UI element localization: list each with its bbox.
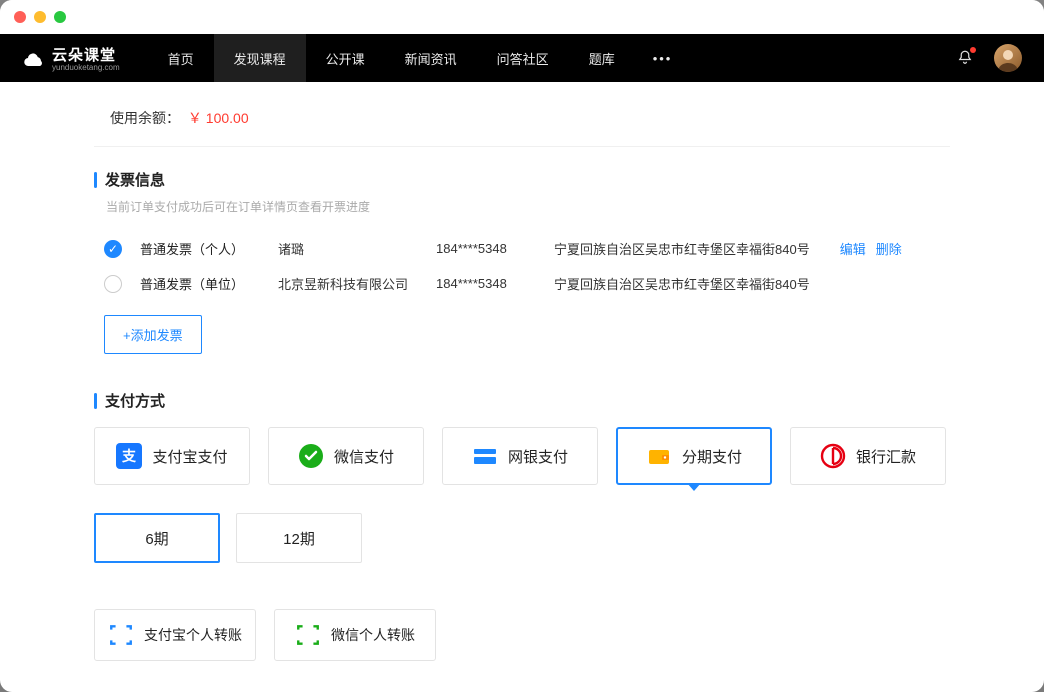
wechat-icon xyxy=(298,443,324,469)
installment-periods: 6期 12期 xyxy=(94,513,950,563)
invoice-phone: 184****5348 xyxy=(436,276,536,291)
nav-item-public[interactable]: 公开课 xyxy=(306,34,385,82)
cloud-icon xyxy=(22,46,46,70)
radio-checked-icon[interactable] xyxy=(104,240,122,258)
notification-dot-icon xyxy=(970,47,976,53)
bell-icon[interactable] xyxy=(956,49,974,67)
invoice-type: 普通发票（个人） xyxy=(140,239,260,258)
pay-bank[interactable]: 银行汇款 xyxy=(790,427,946,485)
payment-methods: 支 支付宝支付 微信支付 网银支付 xyxy=(94,427,950,485)
nav-more-icon[interactable]: ••• xyxy=(635,34,691,82)
page-body: 使用余额： ￥ 100.00 发票信息 当前订单支付成功后可在订单详情页查看开票… xyxy=(0,82,1044,692)
nav-items: 首页 发现课程 公开课 新闻资讯 问答社区 题库 ••• xyxy=(148,34,691,82)
brand-name: 云朵课堂 xyxy=(52,44,120,65)
window-minimize-icon[interactable] xyxy=(34,11,46,23)
invoice-delete-link[interactable]: 删除 xyxy=(876,239,902,258)
nav-right xyxy=(956,44,1022,72)
scan-blue-icon xyxy=(108,622,134,648)
payment-section-title: 支付方式 xyxy=(94,390,950,411)
window-titlebar xyxy=(0,0,1044,34)
avatar[interactable] xyxy=(994,44,1022,72)
invoice-section: 发票信息 当前订单支付成功后可在订单详情页查看开票进度 普通发票（个人） 诸璐 … xyxy=(94,169,950,354)
invoice-edit-link[interactable]: 编辑 xyxy=(840,239,866,258)
bank-icon xyxy=(820,443,846,469)
scan-green-icon xyxy=(295,622,321,648)
pay-installment[interactable]: 分期支付 xyxy=(616,427,772,485)
add-invoice-button[interactable]: +添加发票 xyxy=(104,315,202,354)
window-close-icon[interactable] xyxy=(14,11,26,23)
radio-unchecked-icon[interactable] xyxy=(104,275,122,293)
invoice-row-company[interactable]: 普通发票（单位） 北京昱新科技有限公司 184****5348 宁夏回族自治区吴… xyxy=(94,266,950,301)
pay-alipay[interactable]: 支 支付宝支付 xyxy=(94,427,250,485)
nav-item-qa[interactable]: 问答社区 xyxy=(477,34,569,82)
invoice-address: 宁夏回族自治区吴忠市红寺堡区幸福街840号 xyxy=(554,274,810,293)
window-maximize-icon[interactable] xyxy=(54,11,66,23)
pay-unionpay[interactable]: 网银支付 xyxy=(442,427,598,485)
balance-row: 使用余额： ￥ 100.00 xyxy=(94,82,950,147)
payment-section: 支付方式 支 支付宝支付 微信支付 xyxy=(94,390,950,661)
pay-wechat[interactable]: 微信支付 xyxy=(268,427,424,485)
transfer-wechat[interactable]: 微信个人转账 xyxy=(274,609,436,661)
invoice-name: 诸璐 xyxy=(278,239,418,258)
nav-item-discover[interactable]: 发现课程 xyxy=(214,34,306,82)
invoice-actions: 编辑 删除 xyxy=(840,239,902,258)
transfer-alipay[interactable]: 支付宝个人转账 xyxy=(94,609,256,661)
brand-logo[interactable]: 云朵课堂 yunduoketang.com xyxy=(22,44,120,72)
unionpay-icon xyxy=(472,443,498,469)
brand-sub: yunduoketang.com xyxy=(52,63,120,72)
invoice-type: 普通发票（单位） xyxy=(140,274,260,293)
top-nav: 云朵课堂 yunduoketang.com 首页 发现课程 公开课 新闻资讯 问… xyxy=(0,34,1044,82)
invoice-row-personal[interactable]: 普通发票（个人） 诸璐 184****5348 宁夏回族自治区吴忠市红寺堡区幸福… xyxy=(94,231,950,266)
invoice-phone: 184****5348 xyxy=(436,241,536,256)
app-window: 云朵课堂 yunduoketang.com 首页 发现课程 公开课 新闻资讯 问… xyxy=(0,0,1044,692)
period-12[interactable]: 12期 xyxy=(236,513,362,563)
nav-item-home[interactable]: 首页 xyxy=(148,34,214,82)
balance-amount: ￥ 100.00 xyxy=(188,110,249,126)
wallet-icon xyxy=(646,443,672,469)
svg-text:支: 支 xyxy=(121,448,137,464)
invoice-section-subtitle: 当前订单支付成功后可在订单详情页查看开票进度 xyxy=(106,198,950,215)
transfer-options: 支付宝个人转账 微信个人转账 xyxy=(94,609,950,661)
invoice-section-title: 发票信息 xyxy=(94,169,950,190)
balance-label: 使用余额： xyxy=(110,110,180,126)
period-6[interactable]: 6期 xyxy=(94,513,220,563)
nav-item-news[interactable]: 新闻资讯 xyxy=(385,34,477,82)
invoice-name: 北京昱新科技有限公司 xyxy=(278,274,418,293)
invoice-address: 宁夏回族自治区吴忠市红寺堡区幸福街840号 xyxy=(554,239,810,258)
nav-item-bank[interactable]: 题库 xyxy=(569,34,635,82)
alipay-icon: 支 xyxy=(116,443,142,469)
